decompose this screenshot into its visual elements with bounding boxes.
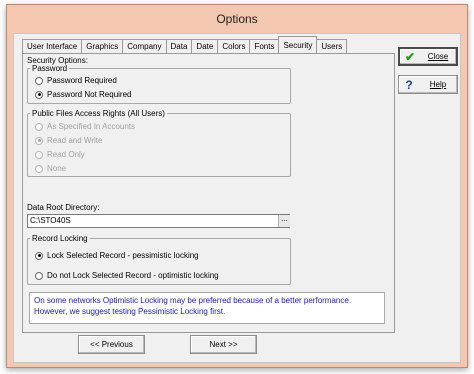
radio-lock-selected-record[interactable]: Lock Selected Record - pessimistic locki… (35, 251, 199, 260)
record-locking-legend: Record Locking (32, 234, 88, 243)
help-button-label: Help (429, 80, 447, 89)
dialog-client: User Interface Graphics Company Data Dat… (13, 33, 461, 363)
radio-none-label: None (47, 164, 67, 173)
window-title: Options (216, 12, 258, 26)
tab-date[interactable]: Date (191, 39, 219, 53)
radio-do-not-lock-selected-record[interactable]: Do not Lock Selected Record - optimistic… (35, 271, 219, 280)
radio-dot-unselected (35, 122, 43, 131)
radio-dot-selected (35, 90, 43, 99)
password-group-legend: Password (32, 64, 68, 73)
green-check-icon: ✔ (404, 49, 416, 64)
radio-read-only-label: Read Only (47, 150, 85, 159)
close-button[interactable]: ✔ Close (398, 47, 458, 66)
radio-none[interactable]: None (35, 164, 66, 173)
radio-do-not-lock-label: Do not Lock Selected Record - optimistic… (47, 271, 219, 280)
radio-dot-unselected (35, 76, 43, 85)
title-bar[interactable]: Options (7, 5, 467, 33)
radio-dot-unselected (35, 271, 43, 280)
question-mark-icon: ? (405, 77, 413, 92)
next-button[interactable]: Next >> (190, 335, 257, 354)
tab-graphics[interactable]: Graphics (81, 39, 124, 53)
radio-dot-selected (35, 251, 43, 260)
radio-password-required-label: Password Required (47, 76, 117, 85)
tab-data[interactable]: Data (165, 39, 193, 53)
tab-users[interactable]: Users (316, 39, 348, 53)
radio-dot-unselected (35, 150, 43, 159)
radio-dot-selected (35, 136, 43, 145)
help-button[interactable]: ? Help (398, 75, 458, 94)
radio-password-not-required[interactable]: Password Not Required (35, 90, 131, 99)
tab-user-interface[interactable]: User Interface (22, 39, 83, 53)
radio-dot-unselected (35, 164, 43, 173)
radio-password-not-required-label: Password Not Required (47, 90, 132, 99)
tab-fonts[interactable]: Fonts (249, 39, 280, 53)
close-button-label: Close (427, 52, 449, 61)
radio-as-specified-label: As Specified In Accounts (47, 122, 136, 131)
tab-colors[interactable]: Colors (217, 39, 251, 53)
data-root-directory-input[interactable]: C:\STO40S (27, 214, 290, 228)
radio-read-only[interactable]: Read Only (35, 150, 85, 159)
tab-security[interactable]: Security (278, 36, 318, 53)
browse-button[interactable]: ... (278, 215, 290, 227)
options-window: Options User Interface Graphics Company … (6, 4, 468, 368)
locking-info-text: On some networks Optimistic Locking may … (29, 292, 385, 324)
public-files-group-legend: Public Files Access Rights (All Users) (32, 109, 165, 118)
data-root-directory-label: Data Root Directory: (27, 203, 100, 212)
tab-company[interactable]: Company (122, 39, 167, 53)
radio-read-and-write-label: Read and Write (47, 136, 103, 145)
previous-button[interactable]: << Previous (78, 335, 145, 354)
radio-as-specified-in-accounts[interactable]: As Specified In Accounts (35, 122, 135, 131)
radio-lock-selected-label: Lock Selected Record - pessimistic locki… (47, 251, 199, 260)
radio-password-required[interactable]: Password Required (35, 76, 117, 85)
security-tab-panel: Security Options: Password Password Requ… (22, 53, 395, 333)
radio-read-and-write[interactable]: Read and Write (35, 136, 102, 145)
tab-strip: User Interface Graphics Company Data Dat… (22, 36, 348, 53)
